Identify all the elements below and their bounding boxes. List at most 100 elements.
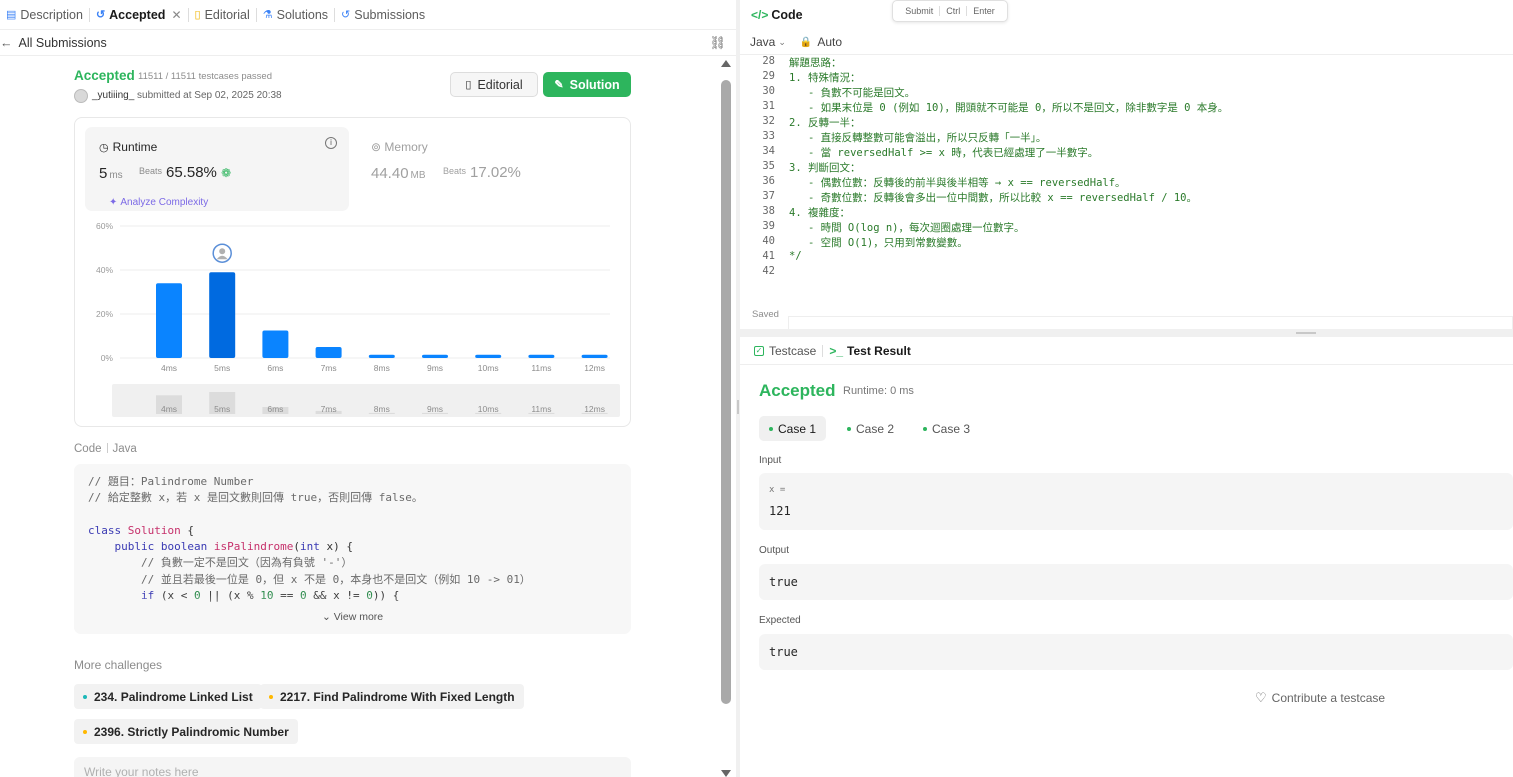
line-number: 28 [762, 55, 775, 67]
code-line: - 負數不可能是回文。 [789, 87, 916, 99]
case-2-tab[interactable]: Case 2 [837, 416, 904, 441]
contribute-label: Contribute a testcase [1271, 691, 1386, 705]
scrollbar[interactable] [719, 60, 733, 777]
input-var: x = [769, 485, 786, 495]
code-editor[interactable]: 28 解題思路： 29 1. 特殊情況： 30 - 負數不可能是回文。 31 - 如果末位… [740, 54, 1513, 332]
scrollbar-thumb[interactable] [721, 80, 731, 704]
tab-solutions-label: Solutions [276, 7, 329, 22]
history-icon: ↺ [95, 9, 106, 21]
memory-value: 44.40 MB [371, 165, 426, 182]
divider [822, 344, 824, 357]
tab-solutions[interactable]: ⚗ Solutions [257, 0, 334, 30]
view-more-button[interactable]: ⌄ View more [322, 611, 383, 623]
language-select[interactable]: Java [750, 35, 775, 49]
all-submissions-link[interactable]: All Submissions [19, 36, 107, 50]
code-line: - 時間 O(log n)，每次迴圈處理一位數字。 [789, 222, 1025, 234]
difficulty-dot-icon [269, 694, 273, 699]
case-label: Case 2 [856, 421, 895, 436]
code-line: 3. 判斷回文： [789, 162, 861, 174]
divider [939, 6, 941, 16]
sparkle-icon: ✦ [109, 197, 118, 208]
pass-dot-icon [769, 426, 773, 431]
runtime-label: Runtime [112, 140, 158, 154]
y-tick-label: 0% [101, 353, 114, 363]
tab-editorial[interactable]: ▯ Editorial [189, 0, 256, 30]
range-tick-label: 12ms [584, 404, 605, 414]
tab-submissions[interactable]: ↺ Submissions [335, 0, 431, 30]
code-line: - 如果末位是 0 (例如 10)，開頭就不可能是 0，所以不是回文，除非數字是… [789, 102, 1229, 114]
analyze-complexity-link[interactable]: ✦ Analyze Complexity [109, 197, 208, 208]
link-icon[interactable]: ⛓ [709, 35, 726, 51]
case-3-tab[interactable]: Case 3 [913, 416, 980, 441]
tooltip-submit: Submit [905, 6, 934, 16]
memory-number: 44.40 [371, 165, 409, 182]
notes-input[interactable]: Write your notes here [74, 757, 631, 777]
code-line: - 偶數位數：反轉後的前半與後半相等 → x == reversedHalf。 [789, 177, 1126, 189]
input-value: 121 [769, 504, 791, 518]
chart-bar [422, 354, 448, 358]
editorial-button[interactable]: ▯ Editorial [450, 72, 538, 97]
tab-accepted[interactable]: ↺ Accepted ✕ [90, 0, 188, 30]
code-line: 1. 特殊情況： [789, 72, 861, 84]
chart-bar [581, 354, 608, 358]
solution-button[interactable]: ✎ Solution [543, 72, 631, 97]
memory-beats-label: Beats [443, 166, 467, 176]
tab-testcase[interactable]: ✓ Testcase [754, 344, 816, 358]
auto-mode[interactable]: Auto [817, 35, 842, 49]
tooltip-enter: Enter [973, 6, 995, 16]
username[interactable]: _yutiiing_ [92, 90, 134, 101]
range-tick-label: 4ms [161, 404, 177, 414]
flask-icon: ⚗ [262, 9, 273, 21]
chevron-down-icon: ⌄ [322, 611, 331, 623]
code-line: 2. 反轉一半： [789, 117, 861, 129]
line-number: 31 [762, 100, 775, 112]
challenge-chip[interactable]: 234. Palindrome Linked List [74, 684, 262, 709]
runtime-box[interactable]: ◷ Runtime i 5 ms Beats 65.58% ❁ ✦ Analyze C… [85, 127, 349, 211]
code-line: - 當 reversedHalf >= x 時，代表已經處理了一半數字。 [789, 147, 1099, 159]
chevron-down-icon[interactable]: ⌄ [778, 37, 786, 48]
expected-label: Expected [759, 615, 801, 626]
line-number: 39 [762, 220, 775, 232]
scroll-up-icon[interactable] [721, 60, 731, 67]
resize-grip-icon[interactable] [737, 400, 739, 414]
x-tick-label: 11ms [531, 363, 551, 373]
contribute-testcase-link[interactable]: ♡ Contribute a testcase [1255, 690, 1385, 706]
line-number: 38 [762, 205, 775, 217]
memory-icon: ⊚ [371, 140, 382, 154]
scroll-down-icon[interactable] [721, 770, 731, 777]
arrow-left-icon[interactable]: ← [0, 36, 13, 50]
test-runtime: Runtime: 0 ms [843, 385, 914, 397]
submitted-by: _yutiiing_ submitted at Sep 02, 2025 20:… [92, 90, 282, 101]
memory-box[interactable]: ⊚ Memory 44.40 MB Beats 17.02% [371, 127, 611, 211]
case-1-tab[interactable]: Case 1 [759, 416, 827, 441]
challenge-chip[interactable]: 2217. Find Palindrome With Fixed Length [260, 684, 524, 709]
avatar-head [219, 248, 226, 255]
tab-test-result-label: Test Result [847, 343, 911, 358]
x-tick-label: 7ms [321, 363, 337, 373]
runtime-value: 5 ms [99, 165, 123, 182]
line-number: 33 [762, 130, 775, 142]
avatar[interactable] [74, 89, 88, 103]
submitted-at: submitted at Sep 02, 2025 20:38 [137, 90, 282, 101]
chart-bar [528, 354, 555, 358]
divider [966, 6, 968, 16]
submission-panel: ▤ Description ↺ Accepted ✕ ▯ Editorial ⚗… [0, 0, 736, 777]
runtime-number: 5 [99, 165, 108, 182]
code-line: 解題思路： [789, 57, 842, 69]
x-tick-label: 12ms [584, 363, 605, 373]
tab-test-result[interactable]: >_ Test Result [829, 344, 910, 358]
submitted-code: // 題目：Palindrome Number // 給定整數 x，若 x 是回… [74, 464, 631, 634]
editor-resizer[interactable] [740, 329, 1513, 337]
close-icon[interactable]: ✕ [171, 8, 181, 22]
tab-description[interactable]: ▤ Description [0, 0, 89, 30]
input-label: Input [759, 455, 782, 466]
range-tick-label: 9ms [427, 404, 443, 414]
expected-box: true [759, 634, 1513, 670]
info-icon[interactable]: i [325, 137, 337, 149]
challenge-chip[interactable]: 2396. Strictly Palindromic Number [74, 719, 298, 744]
tab-code[interactable]: </> Code [751, 8, 803, 22]
line-number: 35 [762, 160, 775, 172]
runtime-distribution-chart: 0% 20% 40% 60% 4ms 5ms 6ms 7ms 8ms 9ms 10ms 11ms 12m… [96, 221, 620, 417]
resize-grip-icon[interactable] [1296, 332, 1316, 334]
testcases-passed: 11511 / 11511 testcases passed [138, 71, 272, 82]
